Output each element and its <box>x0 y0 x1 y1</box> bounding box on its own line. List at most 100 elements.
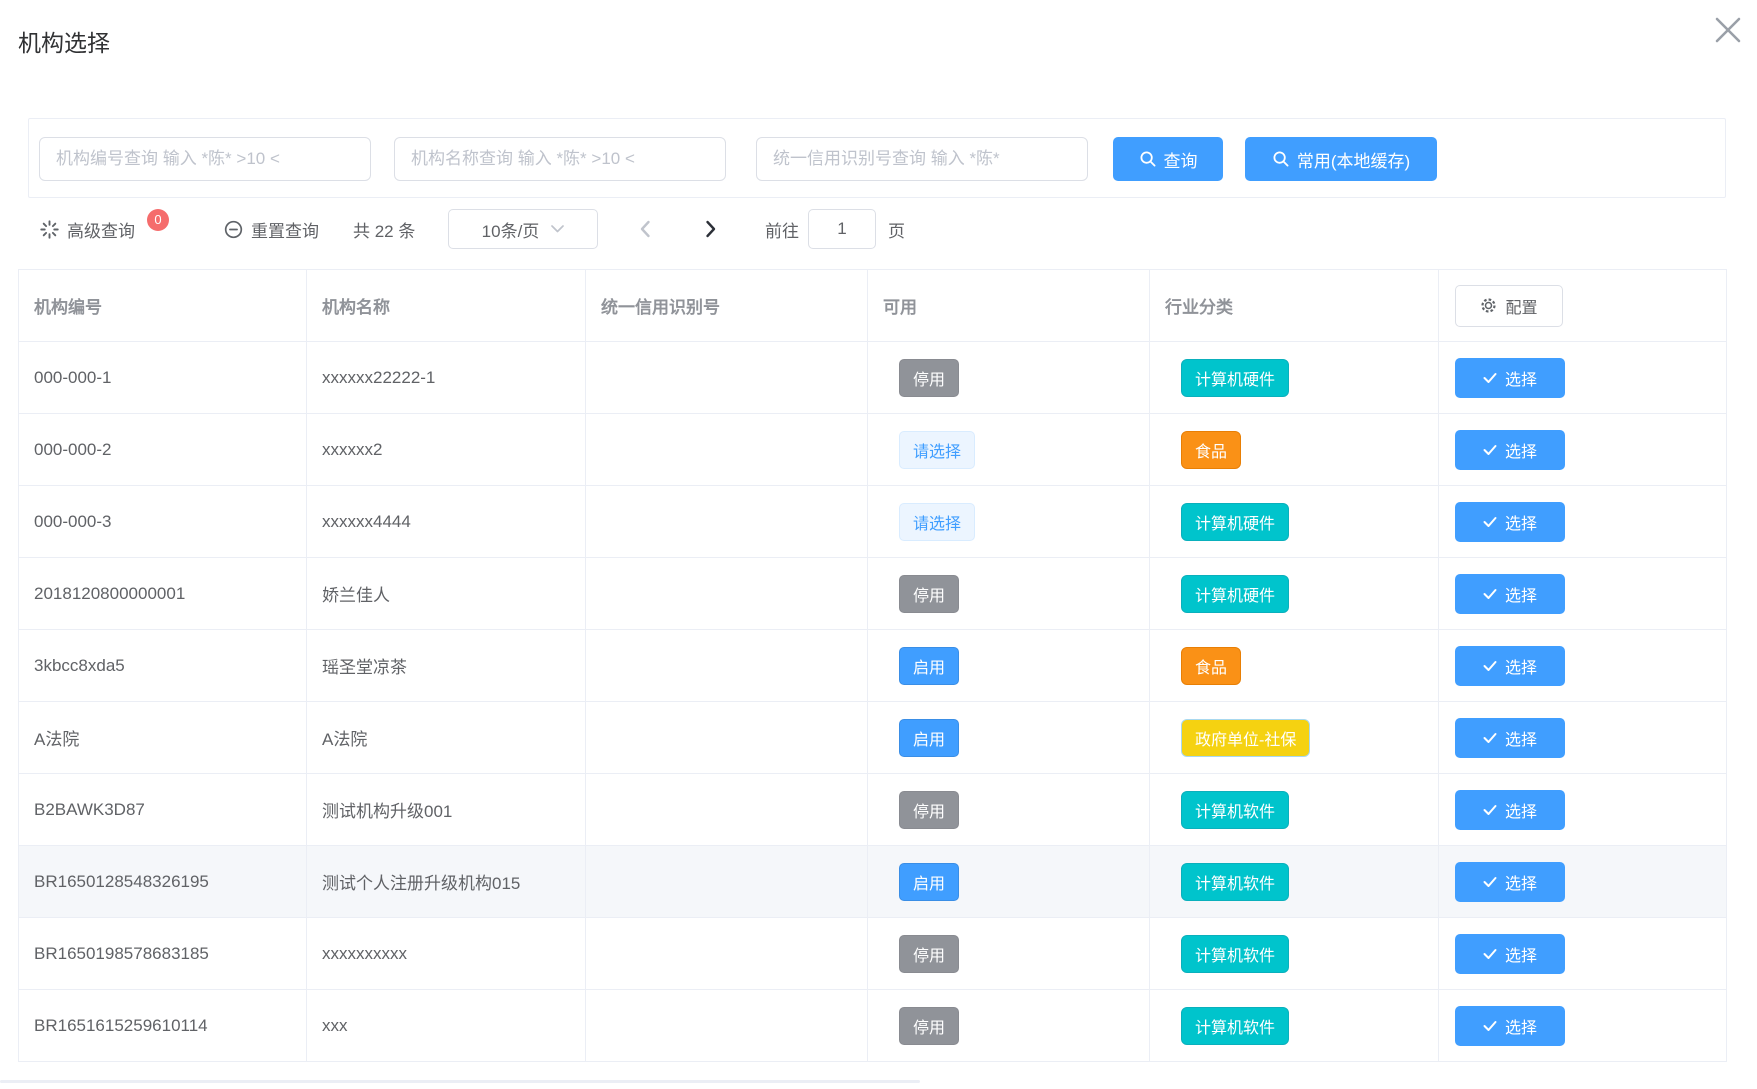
check-icon <box>1483 660 1497 672</box>
org-name-search-input[interactable] <box>394 137 726 181</box>
cell-industry: 食品 <box>1150 630 1439 701</box>
select-button[interactable]: 选择 <box>1455 718 1565 758</box>
select-button-label: 选择 <box>1505 510 1537 534</box>
cell-status: 停用 <box>868 342 1150 413</box>
industry-badge[interactable]: 计算机软件 <box>1181 1007 1289 1045</box>
total-count-text: 共 22 条 <box>353 206 415 252</box>
status-badge[interactable]: 停用 <box>899 791 959 829</box>
select-button[interactable]: 选择 <box>1455 790 1565 830</box>
cell-industry: 计算机软件 <box>1150 846 1439 917</box>
cell-org-id: A法院 <box>19 702 307 773</box>
chevron-right-icon <box>705 220 717 238</box>
select-button[interactable]: 选择 <box>1455 502 1565 542</box>
config-button[interactable]: 配置 <box>1455 285 1563 327</box>
industry-badge[interactable]: 计算机硬件 <box>1181 503 1289 541</box>
select-button[interactable]: 选择 <box>1455 646 1565 686</box>
cell-credit-code <box>586 342 868 413</box>
status-badge[interactable]: 停用 <box>899 1007 959 1045</box>
status-badge[interactable]: 启用 <box>899 719 959 757</box>
cell-org-id: 3kbcc8xda5 <box>19 630 307 701</box>
page-title: 机构选择 <box>18 24 110 58</box>
search-icon <box>1139 150 1157 168</box>
cell-org-name: 瑶圣堂凉茶 <box>307 630 586 701</box>
select-button-label: 选择 <box>1505 870 1537 894</box>
select-button[interactable]: 选择 <box>1455 358 1565 398</box>
industry-badge[interactable]: 计算机软件 <box>1181 863 1289 901</box>
table-row: 3kbcc8xda5 瑶圣堂凉茶 启用 食品 选择 <box>19 630 1726 702</box>
check-icon <box>1483 588 1497 600</box>
industry-badge[interactable]: 政府单位-社保 <box>1181 719 1310 757</box>
cell-action: 选择 <box>1439 774 1726 845</box>
cell-org-id: 000-000-1 <box>19 342 307 413</box>
status-badge[interactable]: 请选择 <box>899 431 975 469</box>
select-button[interactable]: 选择 <box>1455 862 1565 902</box>
industry-badge[interactable]: 计算机硬件 <box>1181 359 1289 397</box>
header-org-name: 机构名称 <box>307 270 586 341</box>
cell-status: 停用 <box>868 558 1150 629</box>
cell-industry: 计算机硬件 <box>1150 342 1439 413</box>
select-button[interactable]: 选择 <box>1455 574 1565 614</box>
goto-page-input[interactable] <box>808 209 876 249</box>
reset-query-button[interactable]: 重置查询 <box>224 206 319 252</box>
status-badge[interactable]: 停用 <box>899 359 959 397</box>
page-size-select[interactable]: 10条/页 <box>448 209 598 249</box>
header-actions: 配置 <box>1439 270 1726 341</box>
cell-org-id: BR1651615259610114 <box>19 990 307 1061</box>
next-page-button[interactable] <box>694 206 728 252</box>
table-row: A法院 A法院 启用 政府单位-社保 选择 <box>19 702 1726 774</box>
industry-badge[interactable]: 计算机软件 <box>1181 935 1289 973</box>
check-icon <box>1483 732 1497 744</box>
cell-industry: 政府单位-社保 <box>1150 702 1439 773</box>
page-size-value: 10条/页 <box>482 217 540 242</box>
cell-action: 选择 <box>1439 558 1726 629</box>
status-badge[interactable]: 启用 <box>899 863 959 901</box>
chevron-left-icon <box>639 220 651 238</box>
status-badge[interactable]: 请选择 <box>899 503 975 541</box>
cell-industry: 计算机硬件 <box>1150 486 1439 557</box>
select-button-label: 选择 <box>1505 726 1537 750</box>
status-badge[interactable]: 启用 <box>899 647 959 685</box>
select-button[interactable]: 选择 <box>1455 430 1565 470</box>
close-icon[interactable] <box>1708 10 1748 50</box>
toolbar: 高级查询 0 重置查询 共 22 条 10条/页 <box>0 206 1757 252</box>
industry-badge[interactable]: 计算机软件 <box>1181 791 1289 829</box>
check-icon <box>1483 1020 1497 1032</box>
search-panel: 查询 常用(本地缓存) <box>28 118 1726 198</box>
cell-industry: 计算机软件 <box>1150 918 1439 989</box>
cell-credit-code <box>586 918 868 989</box>
cell-status: 停用 <box>868 774 1150 845</box>
cell-credit-code <box>586 846 868 917</box>
industry-badge[interactable]: 食品 <box>1181 431 1241 469</box>
select-button-label: 选择 <box>1505 654 1537 678</box>
credit-code-search-input[interactable] <box>756 137 1088 181</box>
industry-badge[interactable]: 计算机硬件 <box>1181 575 1289 613</box>
select-button-label: 选择 <box>1505 942 1537 966</box>
query-button-label: 查询 <box>1164 147 1198 172</box>
cell-credit-code <box>586 558 868 629</box>
advanced-query-button[interactable]: 高级查询 0 <box>40 206 169 252</box>
favorites-button[interactable]: 常用(本地缓存) <box>1245 137 1437 181</box>
goto-page-suffix: 页 <box>888 206 905 252</box>
cell-credit-code <box>586 486 868 557</box>
query-button[interactable]: 查询 <box>1113 137 1223 181</box>
check-icon <box>1483 516 1497 528</box>
cell-action: 选择 <box>1439 630 1726 701</box>
select-button[interactable]: 选择 <box>1455 1006 1565 1046</box>
select-button-label: 选择 <box>1505 438 1537 462</box>
cell-org-name: xxxxxx2 <box>307 414 586 485</box>
status-badge[interactable]: 停用 <box>899 575 959 613</box>
select-button[interactable]: 选择 <box>1455 934 1565 974</box>
cell-status: 启用 <box>868 630 1150 701</box>
cell-industry: 计算机软件 <box>1150 774 1439 845</box>
horizontal-scrollbar[interactable] <box>0 1080 920 1083</box>
cell-industry: 计算机硬件 <box>1150 558 1439 629</box>
table-row: 000-000-3 xxxxxx4444 请选择 计算机硬件 选择 <box>19 486 1726 558</box>
industry-badge[interactable]: 食品 <box>1181 647 1241 685</box>
status-badge[interactable]: 停用 <box>899 935 959 973</box>
cell-org-id: 000-000-3 <box>19 486 307 557</box>
header-available: 可用 <box>868 270 1150 341</box>
cell-status: 启用 <box>868 702 1150 773</box>
prev-page-button[interactable] <box>628 206 662 252</box>
org-id-search-input[interactable] <box>39 137 371 181</box>
cell-org-id: 2018120800000001 <box>19 558 307 629</box>
